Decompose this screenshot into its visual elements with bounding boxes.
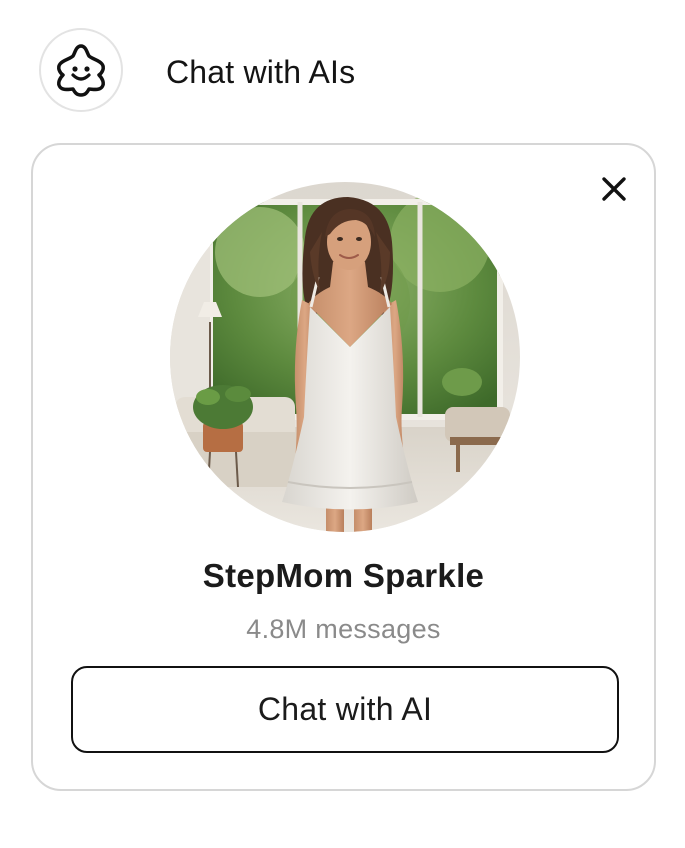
avatar[interactable]: [170, 182, 520, 532]
header: Chat with AIs: [0, 0, 685, 140]
chat-with-ai-button[interactable]: Chat with AI: [71, 666, 619, 753]
close-button[interactable]: [596, 171, 632, 207]
close-icon: [602, 177, 626, 201]
page-title: Chat with AIs: [166, 54, 356, 90]
ai-character-card: StepMom Sparkle 4.8M messages Chat with …: [31, 143, 656, 791]
profile-photo: [170, 182, 520, 532]
smiley-star-icon: [57, 44, 105, 97]
app-logo[interactable]: [39, 28, 123, 112]
message-count: 4.8M messages: [246, 614, 441, 644]
bot-name: StepMom Sparkle: [202, 557, 485, 594]
